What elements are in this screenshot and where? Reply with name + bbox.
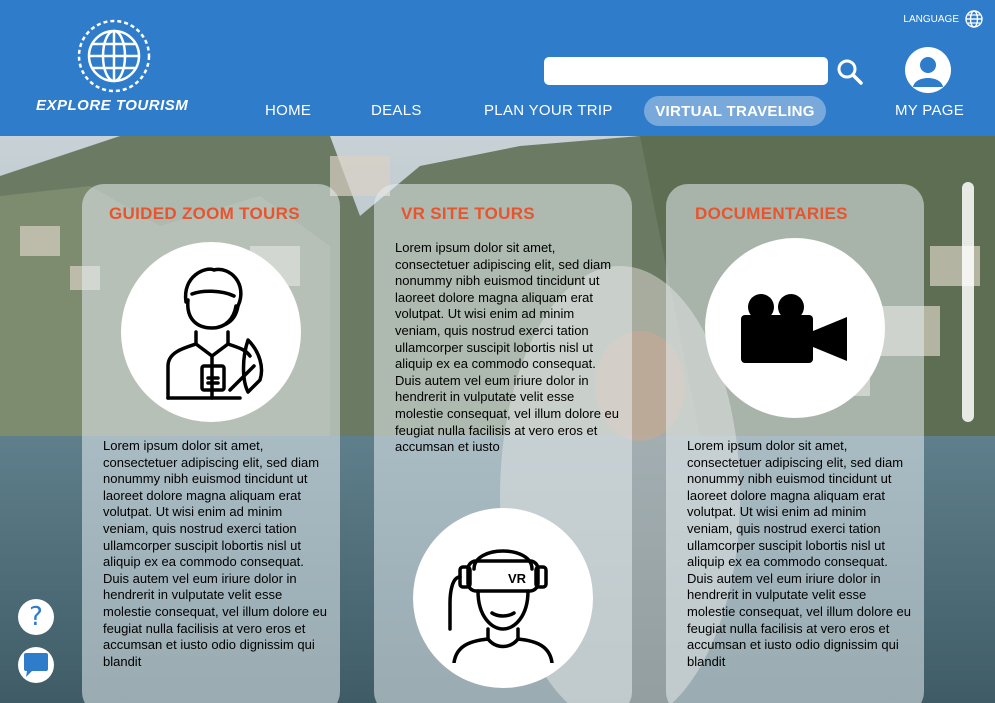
help-icon: ? [29,602,43,632]
card-description: Lorem ipsum dolor sit amet, consectetuer… [395,240,620,455]
brand-name[interactable]: EXPLORE TOURISM [36,97,188,114]
video-camera-icon [705,238,885,418]
card-description: Lorem ipsum dolor sit amet, consectetuer… [103,438,328,669]
language-label: LANGUAGE [903,13,959,25]
tour-guide-icon [121,242,301,422]
nav-plan-your-trip[interactable]: PLAN YOUR TRIP [484,102,613,119]
chat-icon [24,653,48,677]
vr-headset-icon: VR [413,508,593,688]
card-title: DOCUMENTARIES [695,204,848,223]
vr-label: VR [508,571,527,586]
help-button[interactable]: ? [18,599,54,635]
language-selector[interactable]: LANGUAGE [903,10,983,28]
chat-button[interactable] [18,647,54,683]
card-description: Lorem ipsum dolor sit amet, consectetuer… [687,438,912,669]
nav-virtual-traveling[interactable]: VIRTUAL TRAVELING [644,96,826,126]
language-globe-icon [965,10,983,28]
scrollbar[interactable] [962,182,974,422]
globe-icon[interactable] [76,18,152,94]
nav-my-page[interactable]: MY PAGE [895,102,964,119]
card-vr-site-tours[interactable]: VR SITE TOURS Lorem ipsum dolor sit amet… [374,184,632,703]
card-documentaries[interactable]: DOCUMENTARIES Lorem ipsum dolor sit amet… [666,184,924,703]
search-icon[interactable] [836,58,864,86]
nav-deals[interactable]: DEALS [371,102,422,119]
card-title: VR SITE TOURS [401,204,535,223]
card-title: GUIDED ZOOM TOURS [109,204,300,223]
user-avatar-icon[interactable] [905,47,951,93]
search-input[interactable] [544,57,828,85]
nav-home[interactable]: HOME [265,102,311,119]
top-header: EXPLORE TOURISM LANGUAGE HOME DEALS PLAN… [0,0,995,136]
card-guided-zoom-tours[interactable]: GUIDED ZOOM TOURS Lorem ipsum dolor sit … [82,184,340,703]
